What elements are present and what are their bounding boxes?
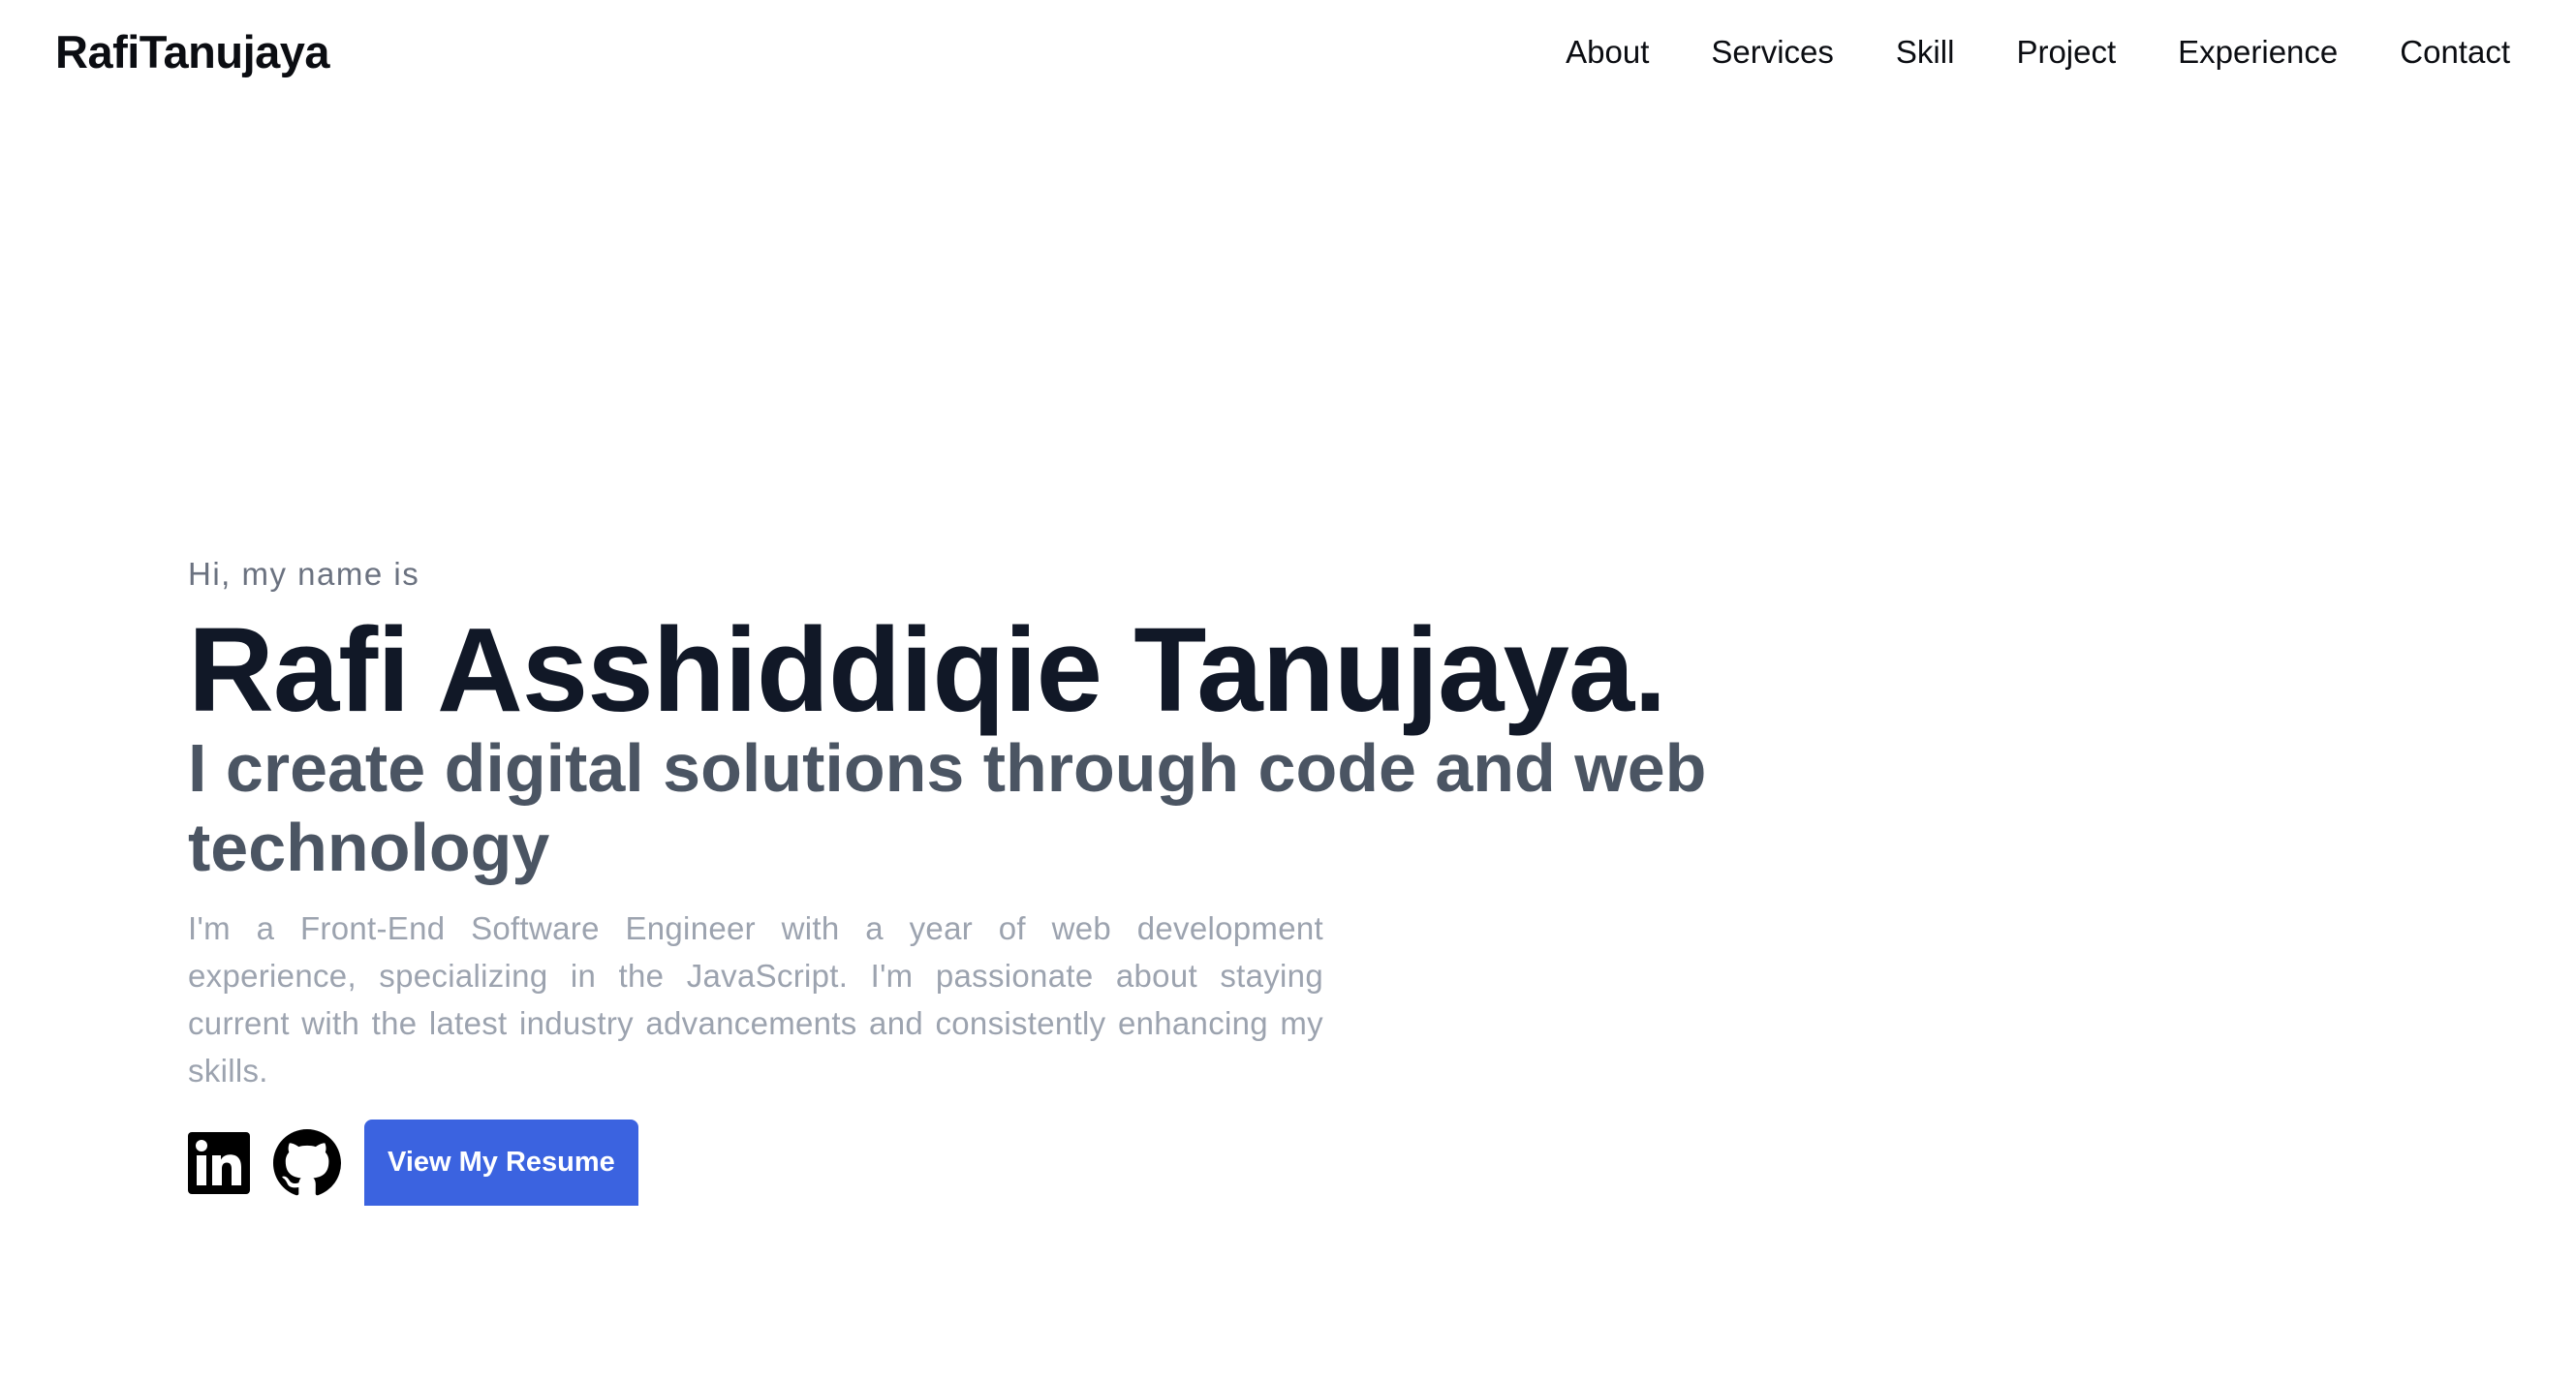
nav-about[interactable]: About — [1566, 29, 1649, 76]
nav-project[interactable]: Project — [2016, 29, 2116, 76]
nav-contact[interactable]: Contact — [2400, 29, 2510, 76]
view-resume-button[interactable]: View My Resume — [364, 1120, 638, 1206]
hero-actions: View My Resume — [188, 1120, 1757, 1206]
linkedin-icon[interactable] — [188, 1131, 250, 1194]
hero-description: I'm a Front-End Software Engineer with a… — [188, 910, 1323, 1089]
brand-logo[interactable]: RafiTanujaya — [55, 25, 330, 79]
nav-experience[interactable]: Experience — [2178, 29, 2338, 76]
greeting-text: Hi, my name is — [188, 556, 420, 592]
hero-tagline: I create digital solutions through code … — [188, 730, 1707, 885]
page: RafiTanujaya About Services Skill Projec… — [0, 0, 2576, 1381]
nav-services[interactable]: Services — [1711, 29, 1834, 76]
site-header: RafiTanujaya About Services Skill Projec… — [0, 0, 2576, 107]
hero-section: Hi, my name is Rafi Asshiddiqie Tanujaya… — [188, 552, 1757, 1206]
hero-name: Rafi Asshiddiqie Tanujaya. — [188, 604, 1667, 737]
nav-skill[interactable]: Skill — [1896, 29, 1955, 76]
main-nav: About Services Skill Project Experience … — [1566, 29, 2510, 76]
github-icon[interactable] — [273, 1128, 341, 1197]
